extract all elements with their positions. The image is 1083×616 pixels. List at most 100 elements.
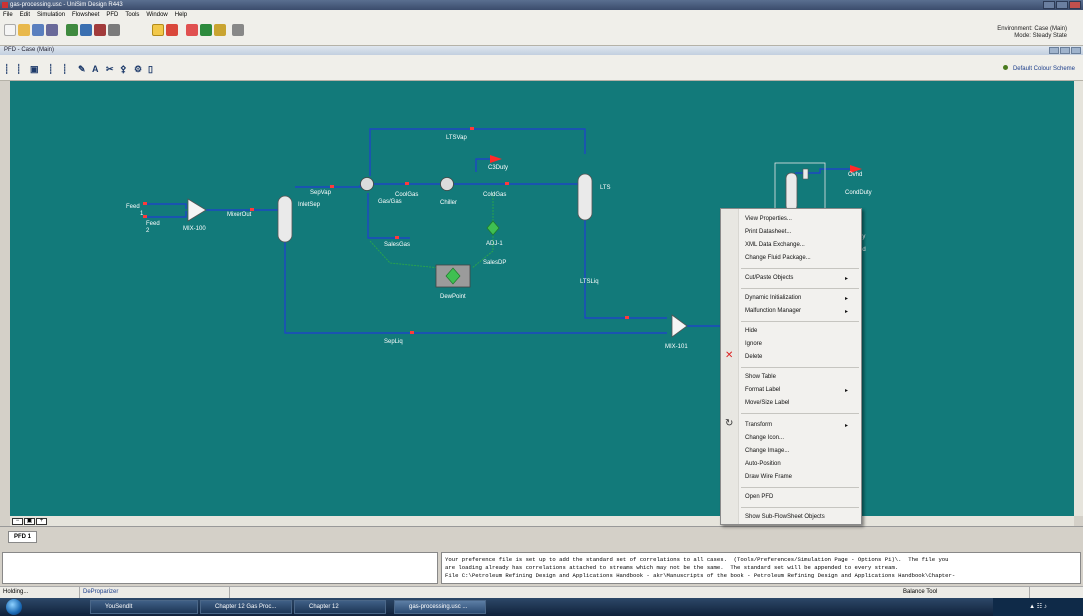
object-palette-icon[interactable] <box>166 24 178 36</box>
start-button[interactable] <box>6 599 22 615</box>
column-depropanizer-icon[interactable] <box>785 172 798 212</box>
status-tool[interactable]: Balance Tool <box>900 587 1030 598</box>
colour-scheme-selector[interactable]: Default Colour Scheme <box>1002 65 1075 72</box>
flask-icon[interactable] <box>232 24 244 36</box>
ltsvap-marker <box>470 127 474 130</box>
mixer-mix101-icon[interactable] <box>671 314 688 338</box>
horizontal-scrollbar[interactable] <box>10 516 1074 526</box>
vertical-scrollbar[interactable] <box>1074 81 1083 516</box>
menu-cut-paste-objects[interactable]: Cut/Paste Objects <box>745 275 849 282</box>
colour-brush-icon[interactable]: ⚴ <box>120 64 127 75</box>
menu-malfunction-manager[interactable]: Malfunction Manager <box>745 308 848 315</box>
menu-hide[interactable]: Hide <box>745 328 757 334</box>
zoom-in-button[interactable]: + <box>36 518 47 525</box>
cooler-chiller-icon[interactable] <box>440 177 454 191</box>
sepliq-marker <box>410 331 414 334</box>
zoom-controls: − ▣ + <box>12 518 47 525</box>
separator-lts-icon[interactable] <box>577 173 593 221</box>
menu-delete[interactable]: Delete <box>745 354 762 360</box>
stream-sepvap[interactable] <box>295 185 361 188</box>
menu-flowsheet[interactable]: Flowsheet <box>72 10 99 20</box>
components-icon[interactable] <box>66 24 78 36</box>
stream-feed2[interactable] <box>147 211 187 218</box>
energy-stream-c3duty-icon[interactable] <box>490 155 502 163</box>
menu-show-table[interactable]: Show Table <box>745 374 776 380</box>
zoom-fit-button[interactable]: ▣ <box>24 518 35 525</box>
adjust-adj1-icon[interactable] <box>486 220 500 236</box>
transform-icon: ↻ <box>725 418 734 429</box>
menu-draw-wire-frame[interactable]: Draw Wire Frame <box>745 474 792 480</box>
zoom-out-button[interactable]: − <box>12 518 23 525</box>
menu-bar: File Edit Simulation Flowsheet PFD Tools… <box>0 10 1083 20</box>
workbook-icon[interactable] <box>108 24 120 36</box>
menu-help[interactable]: Help <box>175 10 187 20</box>
cut-icon[interactable]: ✂ <box>106 64 114 75</box>
pfd-icon[interactable] <box>152 24 164 36</box>
menu-auto-position[interactable]: Auto-Position <box>745 461 781 467</box>
pfd-close-button[interactable] <box>1071 47 1081 54</box>
zoom-all-icon[interactable]: ┊ <box>48 64 53 75</box>
stream-sepliq[interactable] <box>284 238 667 334</box>
open-case-icon[interactable] <box>18 24 30 36</box>
fluid-package-icon[interactable] <box>80 24 92 36</box>
menu-change-icon[interactable]: Change Icon... <box>745 435 784 441</box>
gear-icon[interactable]: ⚙ <box>134 64 142 75</box>
menu-transform[interactable]: Transform <box>745 422 848 429</box>
message-area: Your preference file is set up to add th… <box>0 548 1083 586</box>
stream-ltsliq[interactable] <box>584 218 667 319</box>
menu-file[interactable]: File <box>3 10 13 20</box>
maximize-button[interactable] <box>1056 1 1068 9</box>
pfd-minimize-button[interactable] <box>1049 47 1059 54</box>
save-case-icon[interactable] <box>32 24 44 36</box>
delete-icon: ✕ <box>725 350 734 361</box>
taskbar-item-yousendit[interactable]: YouSendIt <box>90 600 198 614</box>
label-c3duty: C3Duty <box>488 165 508 171</box>
dynamic-mode-icon[interactable] <box>214 24 226 36</box>
ltsliq-marker <box>625 316 629 319</box>
heat-exchanger-gasgas-icon[interactable] <box>360 177 374 191</box>
menu-change-fluid-package[interactable]: Change Fluid Package... <box>745 255 811 261</box>
taskbar-item-unisim[interactable]: gas-processing.usc ... <box>394 600 486 614</box>
pfd-title-text: PFD - Case (Main) <box>4 47 55 53</box>
system-tray[interactable]: ▲ ☷ ♪ <box>993 598 1083 616</box>
size-mode-icon[interactable]: ▣ <box>30 64 39 75</box>
menu-simulation[interactable]: Simulation <box>37 10 65 20</box>
minimize-button[interactable] <box>1043 1 1055 9</box>
zoom-in-icon[interactable]: ┊ <box>62 64 67 75</box>
menu-tools[interactable]: Tools <box>125 10 139 20</box>
stream-feed1[interactable] <box>147 203 187 209</box>
new-case-icon[interactable] <box>4 24 16 36</box>
save-as-icon[interactable] <box>46 24 58 36</box>
stream-ltsvap[interactable] <box>369 128 586 176</box>
menu-move-size-label[interactable]: Move/Size Label <box>745 400 789 406</box>
close-button[interactable] <box>1069 1 1081 9</box>
menu-change-image[interactable]: Change Image... <box>745 448 789 454</box>
menu-pfd[interactable]: PFD <box>106 10 118 20</box>
text-label-icon[interactable]: A <box>92 64 99 74</box>
menu-show-subflowsheet-objects[interactable]: Show Sub-FlowSheet Objects <box>745 514 825 520</box>
separator-inletsep-icon[interactable] <box>277 195 293 243</box>
menu-edit[interactable]: Edit <box>20 10 30 20</box>
steady-state-icon[interactable] <box>200 24 212 36</box>
menu-print-datasheet[interactable]: Print Datasheet... <box>745 229 791 235</box>
tab-pfd1[interactable]: PFD 1 <box>8 531 38 543</box>
taskbar-item-chapter12[interactable]: Chapter 12 <box>294 600 386 614</box>
menu-ignore[interactable]: Ignore <box>745 341 762 347</box>
menu-dynamic-initialization[interactable]: Dynamic Initialization <box>745 295 849 302</box>
pfd-maximize-button[interactable] <box>1060 47 1070 54</box>
pencil-icon[interactable]: ✎ <box>78 64 86 75</box>
menu-view-properties[interactable]: View Properties... <box>745 216 792 222</box>
solver-active-icon[interactable] <box>186 24 198 36</box>
break-connection-icon[interactable]: ┊ <box>4 64 9 75</box>
pfd-canvas[interactable]: Feed 1 Feed 2 MIX-100 MixerOut InletSep … <box>10 81 1074 516</box>
column-icon[interactable]: ▯ <box>148 64 153 75</box>
taskbar-item-chapter12-gas[interactable]: Chapter 12 Gas Proc... <box>200 600 292 614</box>
menu-xml-data-exchange[interactable]: XML Data Exchange... <box>745 242 805 248</box>
reactions-icon[interactable] <box>94 24 106 36</box>
menu-format-label[interactable]: Format Label <box>745 387 849 394</box>
status-active-object: DeProparizer <box>80 587 230 598</box>
attach-mode-icon[interactable]: ┊ <box>16 64 21 75</box>
menu-window[interactable]: Window <box>146 10 167 20</box>
mixer-mix100-icon[interactable] <box>187 198 207 222</box>
menu-open-pfd[interactable]: Open PFD <box>745 494 773 500</box>
